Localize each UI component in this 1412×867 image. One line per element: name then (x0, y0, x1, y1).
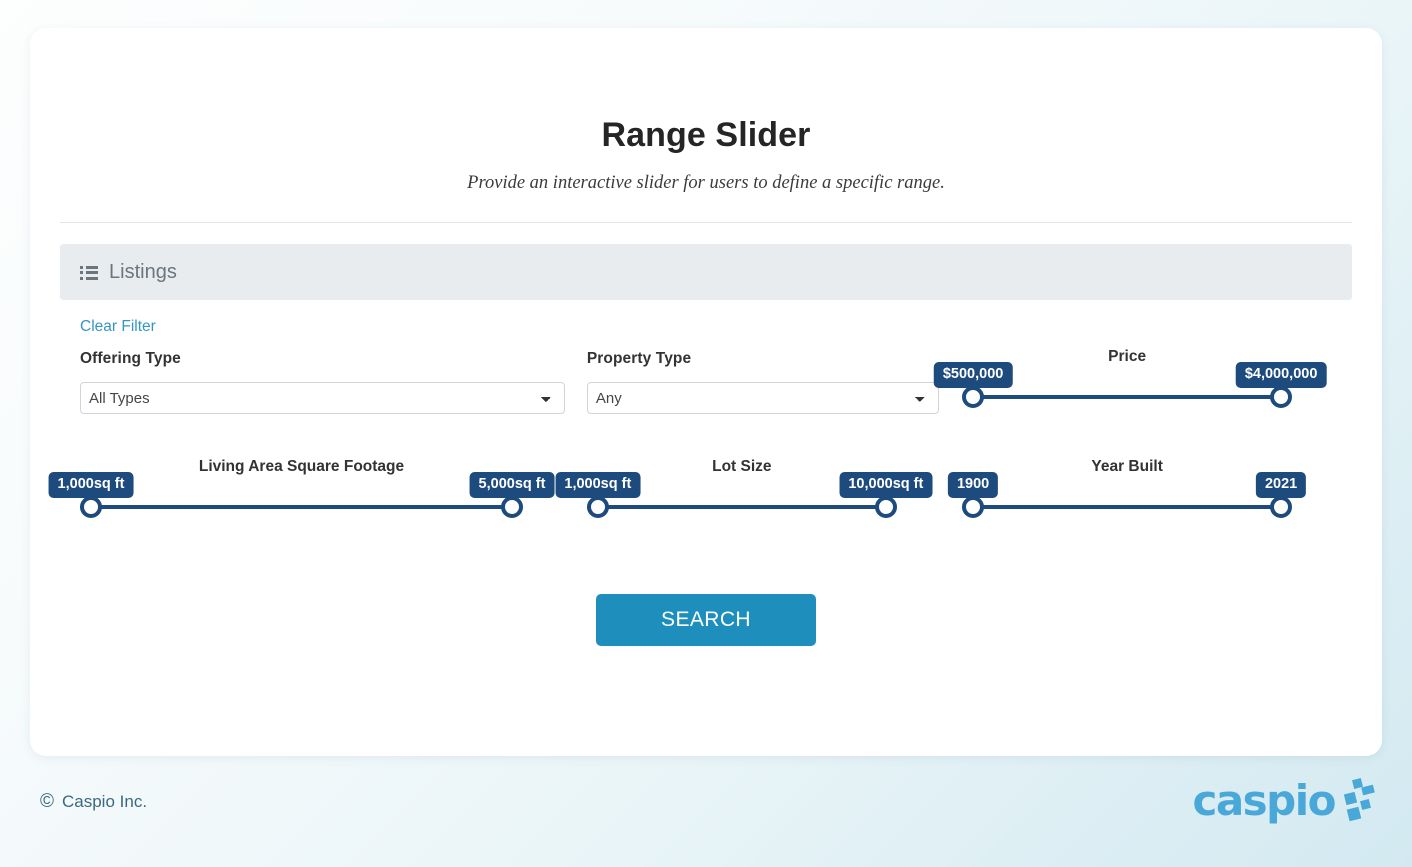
year-built-min-tooltip: 1900 (948, 472, 998, 498)
list-icon (80, 266, 98, 280)
price-max-tooltip: $4,000,000 (1236, 362, 1327, 388)
price-slider-rail[interactable]: $500,000 $4,000,000 (962, 376, 1292, 418)
lot-size-slider-track (598, 505, 886, 509)
year-built-slider-rail[interactable]: 1900 2021 (962, 486, 1292, 528)
offering-type-label: Offering Type (80, 350, 587, 368)
year-built-slider: Year Built 1900 2021 (962, 458, 1352, 528)
filter-row-2: Living Area Square Footage 1,000sq ft 5,… (80, 458, 1352, 528)
lot-size-max-tooltip: 10,000sq ft (839, 472, 932, 498)
living-area-slider-rail[interactable]: 1,000sq ft 5,000sq ft (80, 486, 523, 528)
lot-size-min-handle[interactable] (587, 496, 609, 518)
filter-row-1: Offering Type All Types Property Type An… (80, 350, 1352, 418)
lot-size-slider: Lot Size 1,000sq ft 10,000sq ft (587, 458, 962, 528)
copyright-text: Caspio Inc. (62, 792, 147, 812)
property-type-label: Property Type (587, 350, 962, 368)
caspio-logo-text: caspio (1192, 780, 1335, 822)
main-card: Range Slider Provide an interactive slid… (30, 28, 1382, 756)
living-area-label: Living Area Square Footage (80, 458, 523, 476)
footer-copyright: © Caspio Inc. (40, 791, 147, 813)
price-slider: Price $500,000 $4,000,000 (962, 348, 1352, 418)
living-area-slider-track (91, 505, 512, 509)
listings-label: Listings (109, 261, 177, 284)
caspio-squares-icon (1340, 779, 1374, 823)
lot-size-min-tooltip: 1,000sq ft (555, 472, 640, 498)
lot-size-max-handle[interactable] (875, 496, 897, 518)
year-built-max-handle[interactable] (1270, 496, 1292, 518)
search-button-wrap: SEARCH (60, 594, 1352, 646)
property-type-select[interactable]: Any (587, 382, 939, 414)
living-area-min-handle[interactable] (80, 496, 102, 518)
year-built-max-tooltip: 2021 (1256, 472, 1306, 498)
header-divider (60, 222, 1352, 223)
price-slider-track (973, 395, 1281, 399)
year-built-slider-track (973, 505, 1281, 509)
living-area-max-handle[interactable] (501, 496, 523, 518)
search-button[interactable]: SEARCH (596, 594, 816, 646)
listings-header-bar: Listings (60, 244, 1352, 300)
price-max-handle[interactable] (1270, 386, 1292, 408)
page-subtitle: Provide an interactive slider for users … (30, 173, 1382, 194)
year-built-min-handle[interactable] (962, 496, 984, 518)
copyright-icon: © (40, 791, 54, 813)
year-built-label: Year Built (962, 458, 1292, 476)
clear-filter-link[interactable]: Clear Filter (80, 318, 156, 336)
offering-type-field: Offering Type All Types (80, 350, 587, 418)
price-min-handle[interactable] (962, 386, 984, 408)
living-area-max-tooltip: 5,000sq ft (470, 472, 555, 498)
price-min-tooltip: $500,000 (934, 362, 1012, 388)
lot-size-slider-rail[interactable]: 1,000sq ft 10,000sq ft (587, 486, 897, 528)
living-area-min-tooltip: 1,000sq ft (49, 472, 134, 498)
property-type-field: Property Type Any (587, 350, 962, 418)
page-title: Range Slider (30, 116, 1382, 155)
living-area-slider: Living Area Square Footage 1,000sq ft 5,… (80, 458, 587, 528)
offering-type-select[interactable]: All Types (80, 382, 565, 414)
filter-area: Clear Filter Offering Type All Types Pro… (30, 300, 1382, 646)
page-header: Range Slider Provide an interactive slid… (30, 28, 1382, 194)
caspio-logo: caspio (1192, 779, 1374, 823)
